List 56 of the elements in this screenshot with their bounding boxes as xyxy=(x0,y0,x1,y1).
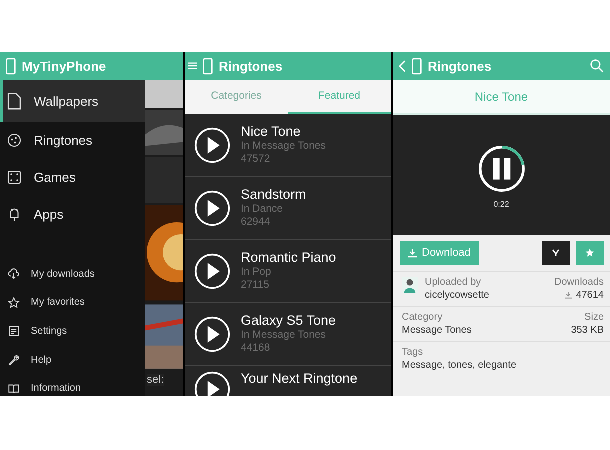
ringtone-name: Romantic Piano xyxy=(241,250,336,266)
music-disc-icon xyxy=(7,132,22,149)
play-button[interactable] xyxy=(194,316,231,352)
dice-icon xyxy=(7,169,22,186)
uploader-name[interactable]: cicelycowsette xyxy=(425,290,490,301)
ringtone-name: Sandstorm xyxy=(241,187,306,203)
menu-icon xyxy=(188,61,197,71)
ringtone-name: Nice Tone xyxy=(241,124,302,140)
playback-time: 0:22 xyxy=(494,200,510,208)
field-label: Downloads xyxy=(554,277,604,288)
download-icon xyxy=(565,292,572,299)
drawer-item[interactable]: Help xyxy=(0,346,145,374)
phone-icon xyxy=(412,58,422,74)
download-count: 47614 xyxy=(576,290,604,301)
avatar xyxy=(402,277,418,293)
tone-title: Nice Tone xyxy=(393,80,610,115)
ringtone-category: In Dance xyxy=(241,203,284,216)
size-value: 353 KB xyxy=(571,325,604,336)
download-icon xyxy=(408,248,417,258)
ringtone-category: In Message Tones xyxy=(241,140,326,153)
play-button[interactable] xyxy=(194,252,231,290)
drawer-item[interactable]: Apps xyxy=(0,196,145,233)
screen-title: Ringtones xyxy=(428,58,492,74)
phone-icon xyxy=(203,58,213,74)
field-label: Uploaded by xyxy=(425,277,482,288)
share-button[interactable] xyxy=(542,241,570,265)
ringtone-category: In Pop xyxy=(241,266,272,279)
field-label: Tags xyxy=(402,347,424,358)
play-button[interactable] xyxy=(194,190,231,226)
field-label: Size xyxy=(584,312,604,323)
share-icon xyxy=(551,248,561,258)
screen-title: Ringtones xyxy=(219,58,283,74)
drawer-item[interactable]: Games xyxy=(0,159,145,196)
phone-icon xyxy=(6,58,16,74)
field-label: Category xyxy=(402,312,444,323)
tags-value: Message, tones, elegante xyxy=(402,360,517,371)
drawer-item[interactable]: Ringtones xyxy=(0,122,145,159)
star-icon xyxy=(585,248,595,258)
download-count: 27115 xyxy=(241,279,270,292)
drawer-item[interactable]: Wallpapers xyxy=(0,80,145,122)
download-count: 47572 xyxy=(241,153,272,166)
app-title: MyTinyPhone xyxy=(22,58,106,74)
category-value: Message Tones xyxy=(402,325,472,336)
ringtone-category: In Message Tones xyxy=(241,329,328,342)
ringtone-name: Your Next Ringtone xyxy=(241,371,358,387)
drawer-item[interactable]: Settings xyxy=(0,317,145,346)
download-count: 62944 xyxy=(241,216,272,229)
drawer-item[interactable]: My downloads xyxy=(0,260,145,289)
android-icon xyxy=(7,206,22,223)
document-icon xyxy=(7,92,22,110)
download-count: 44168 xyxy=(241,342,272,355)
drawer-item[interactable]: Information xyxy=(0,374,145,396)
play-button[interactable] xyxy=(194,126,231,164)
ringtone-name: Galaxy S5 Tone xyxy=(241,313,336,329)
drawer-item[interactable]: My favorites xyxy=(0,288,145,318)
section-label: sel: xyxy=(147,374,164,386)
